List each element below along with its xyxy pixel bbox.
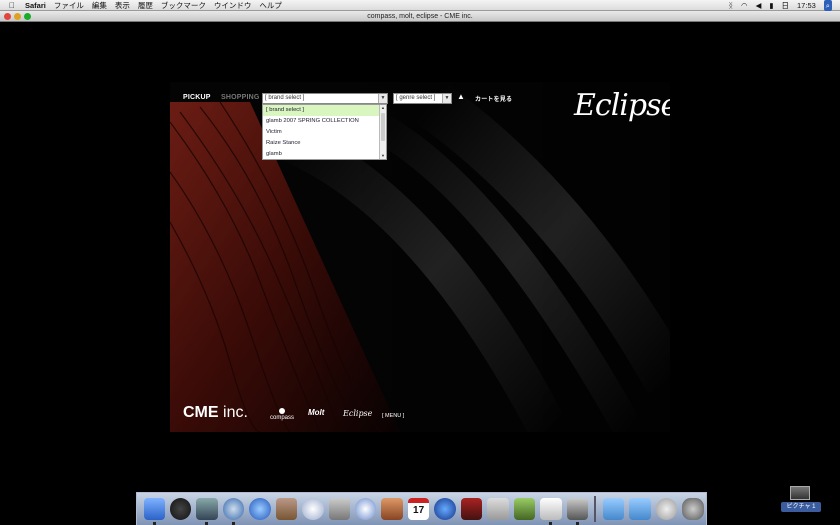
menu-bookmarks[interactable]: ブックマーク — [157, 0, 210, 11]
desktop-image-icon[interactable] — [790, 486, 810, 500]
finder-icon[interactable] — [143, 498, 165, 525]
volume-icon[interactable]: ◀ — [756, 0, 762, 11]
trash-icon[interactable] — [682, 498, 704, 520]
window-titlebar: compass, molt, eclipse - CME inc. — [0, 11, 840, 22]
eclipse-logo: Eclipse — [574, 88, 670, 123]
scroll-thumb[interactable] — [381, 113, 385, 141]
compass-icon — [279, 408, 285, 414]
view-cart-link[interactable]: カートを見る — [475, 94, 512, 103]
compass-link[interactable]: compass — [270, 408, 294, 421]
brand-option[interactable]: Victim — [263, 127, 386, 138]
menu-help[interactable]: ヘルプ — [255, 0, 286, 11]
menu-edit[interactable]: 編集 — [88, 0, 111, 11]
molt-link[interactable]: Molt — [308, 408, 324, 417]
cme-logo[interactable]: CME inc. — [183, 404, 248, 422]
script-editor-icon[interactable] — [513, 498, 536, 520]
imovie-icon[interactable] — [355, 498, 377, 520]
background-artwork — [170, 82, 670, 432]
cart-arrow-icon[interactable]: ▲ — [457, 92, 465, 101]
menu-window[interactable]: ウインドウ — [210, 0, 256, 11]
safari-icon[interactable] — [222, 498, 245, 525]
brand-select-value: [ brand select ] — [265, 95, 305, 101]
wifi-icon[interactable]: ◠ — [741, 0, 748, 11]
dropdown-scrollbar[interactable]: ▲ ▼ — [379, 105, 386, 159]
brand-option[interactable]: glamb 2007 SPRING COLLECTION — [263, 116, 386, 127]
genre-select-value: [ genre select ] — [396, 95, 436, 101]
window-title: compass, molt, eclipse - CME inc. — [367, 13, 473, 20]
flash-content: PICKUP SHOPPING [ brand select ] ▼ [ bra… — [170, 82, 670, 432]
terminal-icon[interactable] — [566, 498, 588, 525]
dashboard-icon[interactable] — [169, 498, 192, 520]
cme-logo-suffix: inc. — [223, 404, 248, 421]
dock-separator — [594, 496, 597, 522]
menu-link[interactable]: [ MENU ] — [382, 413, 404, 419]
desktop-file-label[interactable]: ピクチャ 1 — [781, 502, 821, 512]
eclipse-link[interactable]: Eclipse — [343, 409, 372, 418]
menu-history[interactable]: 履歴 — [134, 0, 157, 11]
garageband-icon[interactable] — [381, 498, 403, 520]
dock: 17 — [136, 492, 707, 525]
nav-shopping[interactable]: SHOPPING — [221, 94, 260, 101]
preview-icon[interactable] — [196, 498, 218, 525]
documents-folder-icon[interactable] — [629, 498, 651, 520]
battery-icon[interactable]: ▮ — [769, 0, 773, 11]
iphoto-icon[interactable] — [328, 498, 350, 520]
chevron-down-icon[interactable]: ▼ — [378, 94, 387, 103]
compass-label: compass — [270, 415, 295, 421]
textedit-icon[interactable] — [540, 498, 562, 525]
close-button[interactable] — [4, 13, 11, 20]
spotlight-icon[interactable]: ⌕ — [823, 0, 832, 11]
menu-file[interactable]: ファイル — [50, 0, 88, 11]
bluetooth-icon[interactable]: ᛝ — [729, 0, 734, 11]
itunes-icon[interactable] — [302, 498, 324, 520]
applications-folder-icon[interactable] — [602, 498, 625, 520]
dvd-player-icon[interactable] — [460, 498, 483, 520]
menu-bar:  Safari ファイル 編集 表示 履歴 ブックマーク ウインドウ ヘルプ … — [0, 0, 840, 11]
clock[interactable]: 17:53 — [797, 0, 816, 11]
input-menu[interactable]: 日 — [782, 0, 790, 11]
brand-dropdown-list: [ brand select ] glamb 2007 SPRING COLLE… — [262, 104, 387, 160]
chevron-down-icon[interactable]: ▼ — [442, 94, 451, 103]
zoom-button[interactable] — [24, 13, 31, 20]
address-book-icon[interactable] — [275, 498, 298, 520]
nav-pickup[interactable]: PICKUP — [183, 94, 211, 101]
app-menu[interactable]: Safari — [21, 0, 50, 11]
ical-icon[interactable]: 17 — [407, 498, 430, 520]
apple-menu-icon[interactable]:  — [0, 0, 21, 11]
menu-view[interactable]: 表示 — [111, 0, 134, 11]
system-preferences-icon[interactable] — [487, 498, 509, 520]
scroll-down-icon[interactable]: ▼ — [380, 153, 386, 159]
brand-option[interactable]: [ brand select ] — [263, 105, 386, 116]
genre-select[interactable]: [ genre select ] ▼ — [393, 93, 452, 104]
ichat-icon[interactable] — [249, 498, 271, 520]
quicktime-icon[interactable] — [434, 498, 456, 520]
mail-icon[interactable] — [655, 498, 678, 520]
minimize-button[interactable] — [14, 13, 21, 20]
scroll-up-icon[interactable]: ▲ — [380, 105, 386, 111]
brand-option[interactable]: Raize Stance — [263, 138, 386, 149]
brand-option[interactable]: glamb — [263, 149, 386, 160]
brand-select[interactable]: [ brand select ] ▼ — [262, 93, 388, 104]
cme-logo-text: CME — [183, 404, 219, 421]
